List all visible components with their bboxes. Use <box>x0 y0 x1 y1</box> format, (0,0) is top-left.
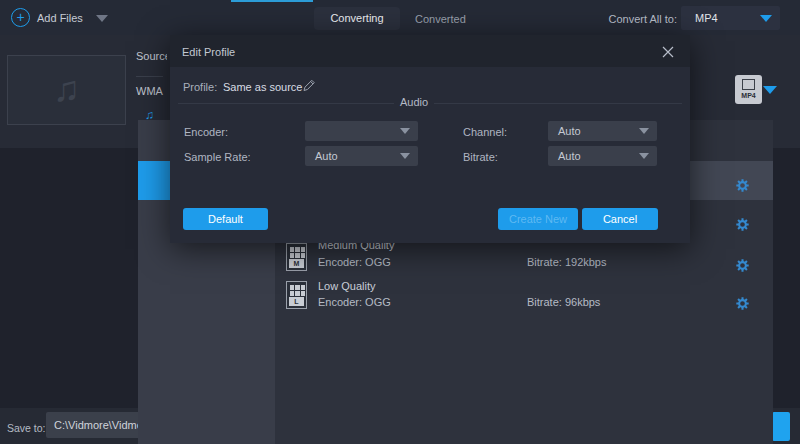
gear-icon[interactable] <box>735 178 750 195</box>
file-format-label: WMA <box>136 85 163 97</box>
encoder-select[interactable] <box>305 121 418 141</box>
convert-all-button[interactable] <box>772 412 790 441</box>
convert-all-format-select[interactable]: MP4 <box>681 6 780 30</box>
save-to-label: Save to: <box>7 422 46 434</box>
chevron-down-icon <box>639 153 649 159</box>
close-icon[interactable] <box>662 46 674 60</box>
tab-converted[interactable]: Converted <box>415 13 466 25</box>
chevron-down-icon <box>400 128 410 134</box>
format-dropdown-icon[interactable] <box>763 86 777 94</box>
encoder-label: Encoder: <box>184 126 228 138</box>
sample-rate-label: Sample Rate: <box>184 151 251 163</box>
bitrate-select[interactable]: Auto <box>548 146 657 166</box>
gear-icon[interactable] <box>735 296 750 313</box>
dialog-titlebar: Edit Profile <box>170 35 690 67</box>
audio-section-label: Audio <box>394 96 434 108</box>
add-files-button[interactable]: Add Files <box>37 12 83 24</box>
bitrate-label: Bitrate: <box>463 151 498 163</box>
convert-all-label: Convert All to: <box>597 13 677 25</box>
profile-value: Same as source <box>223 81 302 93</box>
gear-icon[interactable] <box>735 217 750 234</box>
sample-rate-select[interactable]: Auto <box>305 146 418 166</box>
app-window: + Add Files Converting Converted Convert… <box>0 0 800 444</box>
chevron-down-icon <box>639 128 649 134</box>
preset-bitrate: Bitrate: 192kbps <box>527 256 607 268</box>
edit-profile-dialog: Edit Profile Profile: Same as source Aud… <box>170 35 690 243</box>
file-row-divider <box>136 76 163 77</box>
channel-select[interactable]: Auto <box>548 121 657 141</box>
cancel-button[interactable]: Cancel <box>582 208 658 230</box>
preset-encoder: Encoder: OGG <box>318 256 391 268</box>
format-select-value: MP4 <box>695 12 718 24</box>
top-toolbar <box>0 0 800 35</box>
music-note-icon: ♫ <box>8 68 125 110</box>
file-thumbnail: ♫ <box>7 55 126 125</box>
preset-encoder: Encoder: OGG <box>318 296 391 308</box>
chevron-down-icon <box>400 153 410 159</box>
profile-label: Profile: <box>183 81 217 93</box>
default-button[interactable]: Default <box>183 208 268 230</box>
add-files-dropdown-icon[interactable] <box>96 15 108 22</box>
add-files-icon[interactable]: + <box>11 8 30 27</box>
preset-bitrate: Bitrate: 96kbps <box>527 296 600 308</box>
dialog-title: Edit Profile <box>182 46 235 58</box>
create-new-button[interactable]: Create New <box>498 208 578 230</box>
channel-label: Channel: <box>463 126 507 138</box>
film-frame-icon <box>742 79 755 90</box>
gear-icon[interactable] <box>735 258 750 275</box>
tab-converting[interactable]: Converting <box>314 7 400 30</box>
quality-thumbnail-low: L <box>286 281 307 309</box>
active-tab-indicator <box>231 0 313 2</box>
output-format-icon[interactable]: MP4 <box>735 75 762 104</box>
preset-title[interactable]: Low Quality <box>318 280 375 292</box>
quality-thumbnail-medium: M <box>286 243 307 271</box>
chevron-down-icon <box>760 15 772 22</box>
file-source-label: Source <box>136 50 167 62</box>
edit-pencil-icon[interactable] <box>302 78 316 94</box>
